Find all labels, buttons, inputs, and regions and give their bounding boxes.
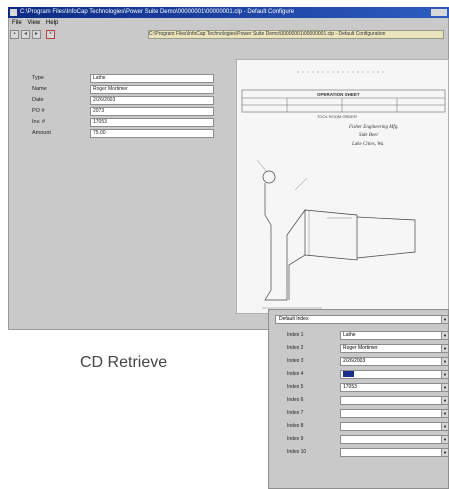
- index-row: Index 10 ▼: [269, 446, 449, 458]
- chevron-down-icon[interactable]: ▼: [441, 397, 448, 404]
- index-value-selected: 2073: [343, 371, 355, 377]
- field-label: Date: [32, 97, 44, 103]
- index-value: 17053: [343, 384, 357, 390]
- index-8-input[interactable]: ▼: [340, 422, 449, 431]
- field-amount: Amount 75.00: [8, 128, 218, 138]
- amount-input[interactable]: 75.00: [90, 129, 214, 138]
- chevron-down-icon[interactable]: ▼: [441, 436, 448, 443]
- doc-heading: OPERATION SHEET: [317, 92, 360, 97]
- toolbar: ▪ ◂ ▸ × C:\Program Files\InfoCap Technol…: [8, 29, 449, 40]
- print-icon[interactable]: ▪: [10, 30, 19, 39]
- doc-handwritten-line: Fisher Engineering Mfg.: [348, 125, 399, 130]
- index-row: Index 7 ▼: [269, 407, 449, 419]
- index-label: Index 8: [287, 423, 304, 429]
- back-icon[interactable]: ◂: [21, 30, 30, 39]
- document-viewer[interactable]: OPERATION SHEET TOOL ROOM ORDER Fisher E…: [236, 59, 449, 314]
- field-label: Name: [32, 86, 47, 92]
- index-row: Index 6 ▼: [269, 394, 449, 406]
- index-10-input[interactable]: ▼: [340, 448, 449, 457]
- index-value: 2/26/2003: [343, 358, 366, 364]
- doc-handwritten-line: Lake Cities, Wa.: [351, 142, 385, 147]
- invoice-input[interactable]: 17053: [90, 118, 214, 127]
- index-label: Index 2: [287, 345, 304, 351]
- index-row: Index 4 2073 ▼: [269, 368, 449, 380]
- index-panel: Default Index ▼ Index 1 Lathe ▼ Index 2 R…: [268, 309, 449, 489]
- index-4-input[interactable]: 2073 ▼: [340, 370, 449, 379]
- index-label: Index 10: [287, 449, 307, 455]
- field-po: PO # 2073: [8, 106, 218, 116]
- field-label: PO #: [32, 108, 45, 114]
- chevron-down-icon[interactable]: ▼: [441, 410, 448, 417]
- close-document-icon[interactable]: ×: [46, 30, 55, 39]
- po-input[interactable]: 2073: [90, 107, 214, 116]
- field-date: Date 2/26/2003: [8, 95, 218, 105]
- menu-view[interactable]: View: [27, 20, 40, 26]
- title-bar[interactable]: C:\Program Files\InfoCap Technologies\Po…: [8, 7, 449, 18]
- index-label: Index 9: [287, 436, 304, 442]
- index-value: Roger Mortimer: [343, 345, 378, 351]
- index-set-select[interactable]: Default Index ▼: [275, 315, 449, 324]
- index-row: Index 8 ▼: [269, 420, 449, 432]
- document-path-tab[interactable]: C:\Program Files\InfoCap Technologies\Po…: [148, 30, 444, 39]
- index-set-value: Default Index: [279, 316, 309, 322]
- index-3-input[interactable]: 2/26/2003 ▼: [340, 357, 449, 366]
- field-label: Type: [32, 75, 44, 81]
- index-9-input[interactable]: ▼: [340, 435, 449, 444]
- chevron-down-icon[interactable]: ▼: [441, 449, 448, 456]
- field-label: Amount: [32, 130, 51, 136]
- chevron-down-icon[interactable]: ▼: [441, 423, 448, 430]
- doc-subheading: TOOL ROOM ORDER: [317, 114, 357, 119]
- scanned-drawing: OPERATION SHEET TOOL ROOM ORDER Fisher E…: [241, 71, 446, 309]
- menu-bar: File View Help: [8, 19, 449, 27]
- field-label: Inv. #: [32, 119, 46, 125]
- name-input[interactable]: Roger Mortimer: [90, 85, 214, 94]
- index-label: Index 4: [287, 371, 304, 377]
- field-invoice: Inv. # 17053: [8, 117, 218, 127]
- index-label: Index 3: [287, 358, 304, 364]
- menu-file[interactable]: File: [12, 20, 22, 26]
- index-label: Index 7: [287, 410, 304, 416]
- index-label: Index 5: [287, 384, 304, 390]
- field-name: Name Roger Mortimer: [8, 84, 218, 94]
- index-6-input[interactable]: ▼: [340, 396, 449, 405]
- chevron-down-icon[interactable]: ▼: [441, 384, 448, 391]
- index-value: Lathe: [343, 332, 356, 338]
- index-row: Index 3 2/26/2003 ▼: [269, 355, 449, 367]
- window-controls[interactable]: [431, 9, 447, 16]
- chevron-down-icon[interactable]: ▼: [441, 316, 448, 323]
- app-icon: [10, 9, 17, 16]
- index-label: Index 1: [287, 332, 304, 338]
- index-7-input[interactable]: ▼: [340, 409, 449, 418]
- doc-handwritten-line: Side Beer: [359, 133, 378, 138]
- index-2-input[interactable]: Roger Mortimer ▼: [340, 344, 449, 353]
- index-row: Index 2 Roger Mortimer ▼: [269, 342, 449, 354]
- field-type: Type Lathe: [8, 73, 218, 83]
- type-input[interactable]: Lathe: [90, 74, 214, 83]
- window-title: C:\Program Files\InfoCap Technologies\Po…: [20, 9, 295, 15]
- index-label: Index 6: [287, 397, 304, 403]
- index-row: Index 5 17053 ▼: [269, 381, 449, 393]
- index-5-input[interactable]: 17053 ▼: [340, 383, 449, 392]
- index-row: Index 9 ▼: [269, 433, 449, 445]
- app-window: C:\Program Files\InfoCap Technologies\Po…: [8, 7, 449, 330]
- menu-help[interactable]: Help: [46, 20, 58, 26]
- index-row: Index 1 Lathe ▼: [269, 329, 449, 341]
- chevron-down-icon[interactable]: ▼: [441, 332, 448, 339]
- chevron-down-icon[interactable]: ▼: [441, 358, 448, 365]
- chevron-down-icon[interactable]: ▼: [441, 371, 448, 378]
- caption: CD Retrieve: [80, 354, 168, 371]
- date-input[interactable]: 2/26/2003: [90, 96, 214, 105]
- chevron-down-icon[interactable]: ▼: [441, 345, 448, 352]
- index-1-input[interactable]: Lathe ▼: [340, 331, 449, 340]
- forward-icon[interactable]: ▸: [32, 30, 41, 39]
